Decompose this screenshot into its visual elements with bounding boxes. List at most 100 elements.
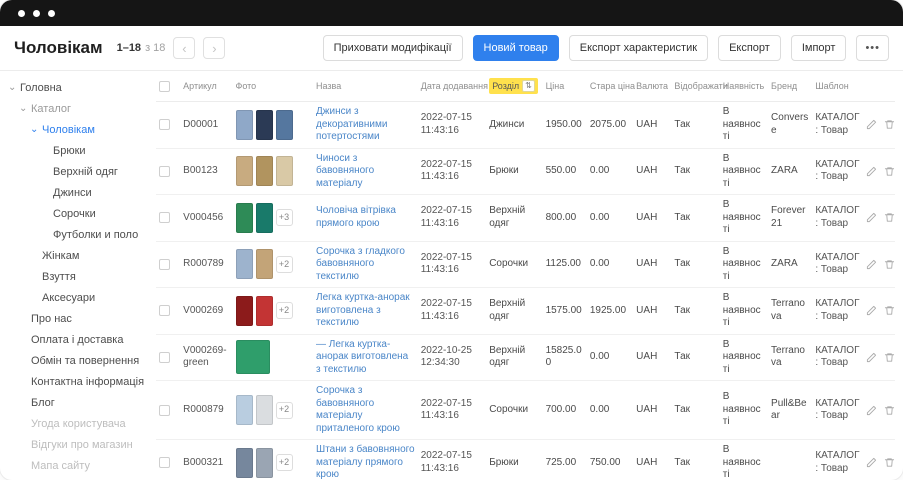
sidebar-item[interactable]: Відгуки про магазин xyxy=(0,434,150,455)
sidebar-item[interactable]: Контактна інформація xyxy=(0,371,150,392)
row-checkbox[interactable] xyxy=(159,166,170,177)
row-checkbox[interactable] xyxy=(159,212,170,223)
pagination-next-button[interactable]: › xyxy=(203,37,225,59)
sidebar-item[interactable]: ⌄ Головна xyxy=(0,77,150,98)
product-price: 1575.00 xyxy=(546,305,582,316)
row-checkbox[interactable] xyxy=(159,259,170,270)
sidebar-item[interactable]: ⌄ Чоловікам xyxy=(0,119,150,140)
more-photos-badge[interactable]: +2 xyxy=(276,302,293,319)
row-checkbox[interactable] xyxy=(159,405,170,416)
more-photos-badge[interactable]: +2 xyxy=(276,256,293,273)
edit-icon[interactable] xyxy=(866,352,877,363)
delete-icon[interactable] xyxy=(884,212,895,223)
sidebar-item[interactable]: Аксесуари xyxy=(0,287,150,308)
chevron-down-icon[interactable]: ⌄ xyxy=(8,83,19,93)
product-name-link[interactable]: — Легка куртка-анорак виготовлена з текс… xyxy=(316,339,408,375)
col-price[interactable]: Ціна xyxy=(543,71,587,102)
product-photo xyxy=(236,203,253,233)
product-availability: В наявності xyxy=(723,292,761,328)
col-section[interactable]: Розділ ⇅ xyxy=(486,71,542,102)
sidebar-item-label: Взуття xyxy=(42,271,76,283)
sidebar-item[interactable]: Про нас xyxy=(0,308,150,329)
chevron-down-icon[interactable]: ⌄ xyxy=(30,125,41,135)
product-price: 1950.00 xyxy=(546,119,582,130)
edit-icon[interactable] xyxy=(866,166,877,177)
row-checkbox[interactable] xyxy=(159,352,170,363)
product-brand: ZARA xyxy=(771,165,798,176)
table-row: B00123 Чиноси з бавовняного матеріалу 20… xyxy=(156,148,895,195)
product-name-link[interactable]: Сорочка з гладкого бавовняного текстилю xyxy=(316,246,405,282)
product-section: Верхній одяг xyxy=(489,205,525,229)
col-brand[interactable]: Бренд xyxy=(768,71,812,102)
delete-icon[interactable] xyxy=(884,352,895,363)
sidebar-item[interactable]: Жінкам xyxy=(0,245,150,266)
product-price: 15825.00 xyxy=(546,345,582,369)
col-template[interactable]: Шаблон xyxy=(812,71,862,102)
hide-modifications-button[interactable]: Приховати модифікації xyxy=(323,35,463,61)
product-name-link[interactable]: Чиноси з бавовняного матеріалу xyxy=(316,153,374,189)
sort-icon[interactable]: ⇅ xyxy=(522,80,535,92)
edit-icon[interactable] xyxy=(866,119,877,130)
main-layout: ⌄ Головна ⌄ Каталог ⌄ Чоловікам Брюки Ве… xyxy=(0,71,903,480)
delete-icon[interactable] xyxy=(884,259,895,270)
col-display[interactable]: Відображати xyxy=(671,71,719,102)
product-name-link[interactable]: Чоловіча вітрівка прямого крою xyxy=(316,205,396,229)
new-product-button[interactable]: Новий товар xyxy=(473,35,559,61)
sidebar-item[interactable]: Джинси xyxy=(0,182,150,203)
product-name-link[interactable]: Штани з бавовняного матеріалу прямого кр… xyxy=(316,444,415,480)
sidebar-item[interactable]: Мапа сайту xyxy=(0,455,150,476)
edit-icon[interactable] xyxy=(866,259,877,270)
product-photos: +2 xyxy=(236,296,311,326)
more-photos-badge[interactable]: +2 xyxy=(276,454,293,471)
sidebar-item[interactable]: Взуття xyxy=(0,266,150,287)
product-name-link[interactable]: Легка куртка-анорак виготовлена з тексти… xyxy=(316,292,410,328)
edit-icon[interactable] xyxy=(866,212,877,223)
sidebar-item[interactable]: Блог xyxy=(0,392,150,413)
edit-icon[interactable] xyxy=(866,305,877,316)
sidebar-item[interactable]: Сорочки xyxy=(0,203,150,224)
edit-icon[interactable] xyxy=(866,405,877,416)
row-checkbox[interactable] xyxy=(159,457,170,468)
select-all-checkbox[interactable] xyxy=(159,81,170,92)
col-date-added[interactable]: Дата додавання xyxy=(418,71,486,102)
sidebar-item[interactable]: Угода користувача xyxy=(0,413,150,434)
export-characteristics-button[interactable]: Експорт характеристик xyxy=(569,35,708,61)
delete-icon[interactable] xyxy=(884,119,895,130)
product-section: Джинси xyxy=(489,119,524,130)
row-checkbox[interactable] xyxy=(159,119,170,130)
sidebar-item[interactable]: Брюки xyxy=(0,140,150,161)
export-button[interactable]: Експорт xyxy=(718,35,781,61)
product-name-link[interactable]: Сорочка з бавовняного матеріалу притален… xyxy=(316,385,400,434)
delete-icon[interactable] xyxy=(884,166,895,177)
col-old-price[interactable]: Стара ціна xyxy=(587,71,633,102)
window-control-dot-1[interactable] xyxy=(18,10,25,17)
col-name[interactable]: Назва xyxy=(313,71,418,102)
sidebar-item[interactable]: ⌄ Каталог xyxy=(0,98,150,119)
sidebar-item[interactable]: Обмін та повернення xyxy=(0,350,150,371)
more-actions-button[interactable]: ••• xyxy=(856,35,889,61)
sidebar-item[interactable]: Футболки и поло xyxy=(0,224,150,245)
more-photos-badge[interactable]: +2 xyxy=(276,402,293,419)
col-availability[interactable]: Наявність xyxy=(720,71,768,102)
sidebar-item[interactable]: Верхній одяг xyxy=(0,161,150,182)
col-sku[interactable]: Артикул xyxy=(180,71,232,102)
delete-icon[interactable] xyxy=(884,405,895,416)
window-control-dot-3[interactable] xyxy=(48,10,55,17)
delete-icon[interactable] xyxy=(884,457,895,468)
product-availability: В наявності xyxy=(723,391,761,427)
edit-icon[interactable] xyxy=(866,457,877,468)
pagination-prev-button[interactable]: ‹ xyxy=(173,37,195,59)
product-display-flag: Так xyxy=(674,305,690,316)
sidebar-item[interactable]: Оплата і доставка xyxy=(0,329,150,350)
delete-icon[interactable] xyxy=(884,305,895,316)
chevron-down-icon[interactable]: ⌄ xyxy=(19,104,30,114)
product-availability: В наявності xyxy=(723,106,761,142)
row-checkbox[interactable] xyxy=(159,305,170,316)
product-brand: Terranova xyxy=(771,298,805,322)
product-name-link[interactable]: Джинси з декоративними потертостями xyxy=(316,106,387,142)
col-currency[interactable]: Валюта xyxy=(633,71,671,102)
import-button[interactable]: Імпорт xyxy=(791,35,847,61)
more-photos-badge[interactable]: +3 xyxy=(276,209,293,226)
window-control-dot-2[interactable] xyxy=(33,10,40,17)
product-price: 725.00 xyxy=(546,457,577,468)
